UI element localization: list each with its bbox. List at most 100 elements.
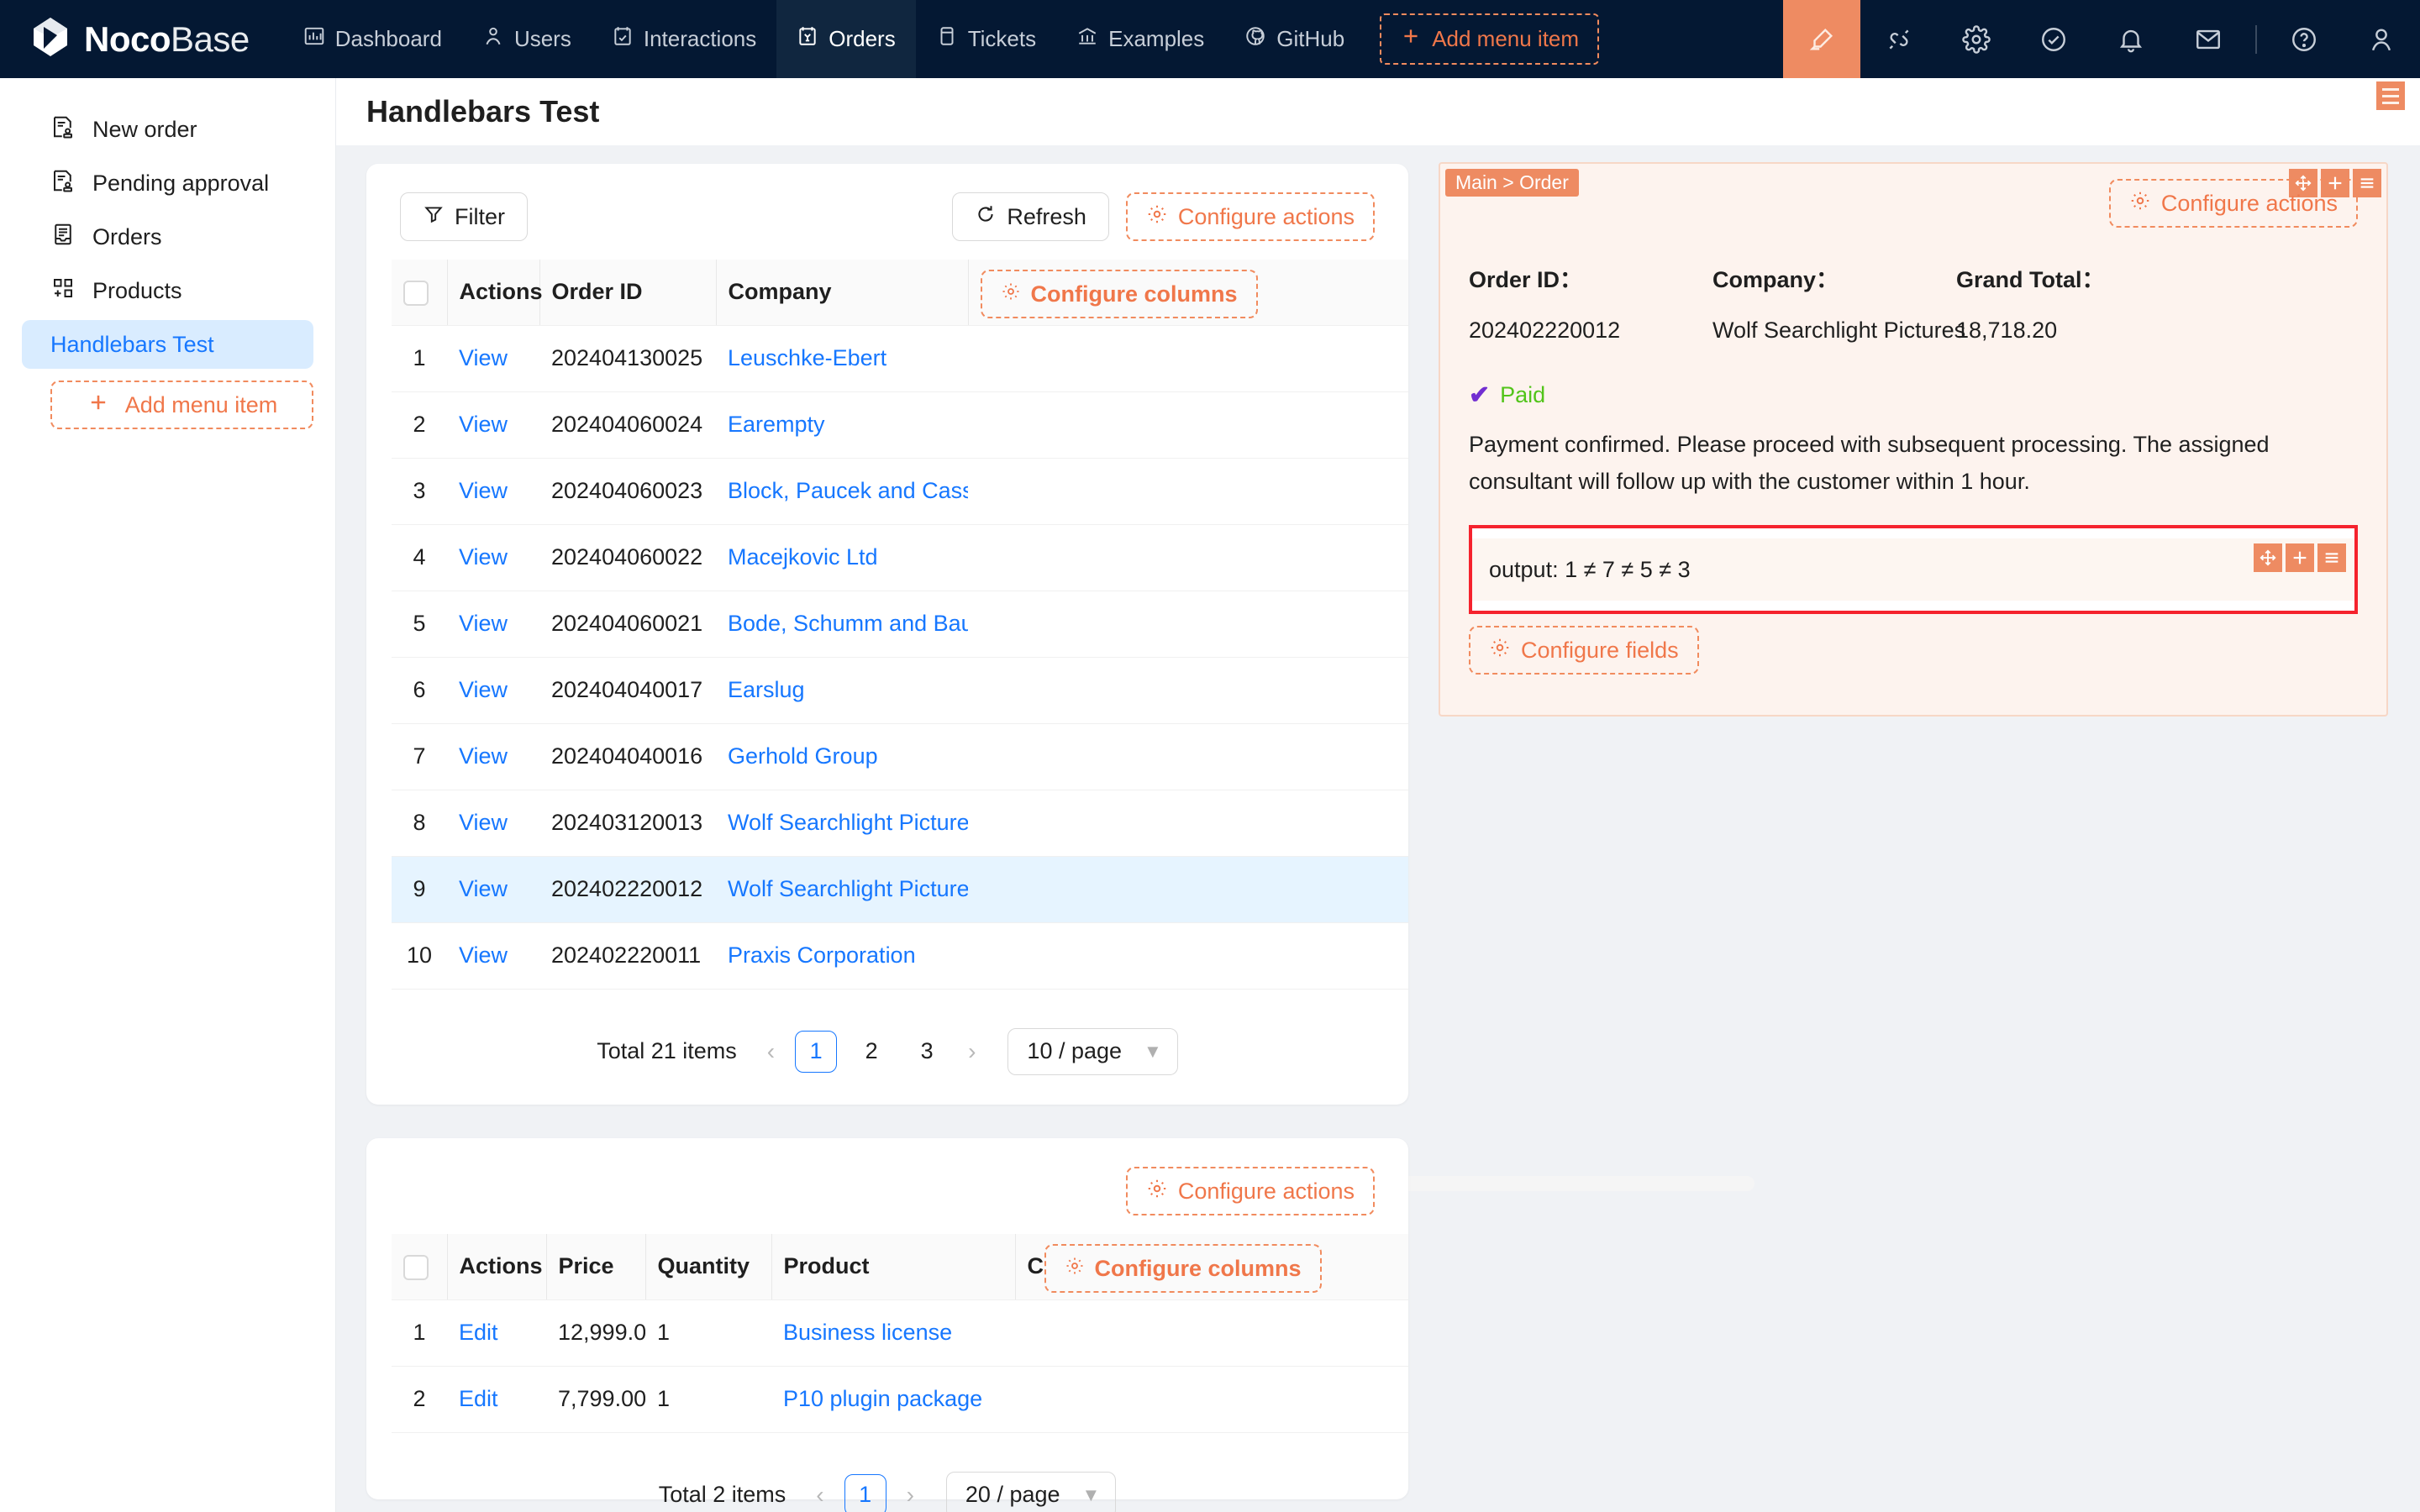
table-row[interactable]: 4View202404060022Macejkovic Ltd (392, 524, 1408, 591)
view-link[interactable]: View (459, 544, 508, 570)
product-link[interactable]: Business license (783, 1320, 952, 1345)
menu-icon[interactable] (2317, 543, 2346, 572)
gear-icon[interactable] (1938, 0, 2015, 78)
company-link[interactable]: Leuschke-Ebert (728, 345, 886, 370)
edit-link[interactable]: Edit (459, 1386, 498, 1411)
row-action: View (447, 391, 539, 458)
view-link[interactable]: View (459, 743, 508, 769)
detail-configure-actions-button[interactable]: Configure actions (2109, 179, 2358, 228)
table-row[interactable]: 5View202404060021Bode, Schumm and Bauch (392, 591, 1408, 657)
nav-item-examples[interactable]: Examples (1056, 0, 1224, 78)
company-link[interactable]: Earslug (728, 677, 805, 702)
items-table: Actions Price Quantity Product C (392, 1234, 1408, 1433)
items-page-size-select[interactable]: 20 / page ▼ (946, 1472, 1116, 1512)
sidebar-item-orders[interactable]: Orders (22, 213, 313, 261)
orders-page-2[interactable]: 2 (850, 1031, 892, 1073)
detail-configure-fields-button[interactable]: Configure fields (1469, 626, 1699, 675)
edit-link[interactable]: Edit (459, 1320, 498, 1345)
mail-icon[interactable] (2170, 0, 2247, 78)
row-index: 10 (392, 922, 447, 989)
table-row[interactable]: 9View202402220012Wolf Searchlight Pictur… (392, 856, 1408, 922)
company-link[interactable]: Gerhold Group (728, 743, 878, 769)
row-index: 5 (392, 591, 447, 657)
company-link[interactable]: Earempty (728, 412, 825, 437)
nav-item-tickets[interactable]: Tickets (916, 0, 1056, 78)
orders-configure-actions-button[interactable]: Configure actions (1126, 192, 1375, 241)
add-menu-item-button[interactable]: Add menu item (1380, 13, 1599, 65)
view-link[interactable]: View (459, 876, 508, 901)
bell-icon[interactable] (2092, 0, 2170, 78)
user-avatar-icon[interactable] (2343, 0, 2420, 78)
view-link[interactable]: View (459, 677, 508, 702)
highlighter-icon[interactable] (1783, 0, 1860, 78)
table-row[interactable]: 7View202404040016Gerhold Group (392, 723, 1408, 790)
chevron-down-icon: ▼ (1144, 1041, 1162, 1063)
company-link[interactable]: Praxis Corporation (728, 942, 916, 968)
items-prev-page[interactable]: ‹ (809, 1482, 830, 1509)
gear-icon (1146, 203, 1168, 231)
order-items-block: Configure actions Actions Price Quantity (366, 1138, 1408, 1499)
nav-item-users[interactable]: Users (462, 0, 592, 78)
items-select-all-checkbox[interactable] (403, 1255, 429, 1280)
row-company: Wolf Searchlight Pictures (716, 856, 968, 922)
company-link[interactable]: Wolf Searchlight Pictures (728, 810, 968, 835)
view-link[interactable]: View (459, 611, 508, 636)
table-row[interactable]: 6View202404040017Earslug (392, 657, 1408, 723)
plugin-icon[interactable] (1860, 0, 1938, 78)
company-link[interactable]: Bode, Schumm and Bauch (728, 611, 968, 636)
clipboard-check-icon (612, 25, 634, 53)
company-link[interactable]: Macejkovic Ltd (728, 544, 878, 570)
gear-icon (1065, 1256, 1085, 1282)
view-link[interactable]: View (459, 412, 508, 437)
row-quantity: 1 (645, 1299, 771, 1366)
orders-prev-page[interactable]: ‹ (760, 1038, 781, 1065)
nav-item-github[interactable]: GitHub (1224, 0, 1365, 78)
view-link[interactable]: View (459, 478, 508, 503)
sidebar-add-menu-item-button[interactable]: Add menu item (50, 381, 313, 429)
table-row[interactable]: 2Edit7,799.001P10 plugin package (392, 1366, 1408, 1432)
items-configure-actions-button[interactable]: Configure actions (1126, 1167, 1375, 1215)
plus-icon[interactable] (2286, 543, 2314, 572)
row-company: Earempty (716, 391, 968, 458)
items-configure-actions-label: Configure actions (1178, 1179, 1355, 1205)
refresh-button[interactable]: Refresh (952, 192, 1109, 241)
brand-logo-area[interactable]: NocoBase (0, 0, 283, 78)
orders-page-3[interactable]: 3 (906, 1031, 948, 1073)
sidebar-item-products[interactable]: Products (22, 266, 313, 315)
table-row[interactable]: 10View202402220011Praxis Corporation (392, 922, 1408, 989)
view-link[interactable]: View (459, 345, 508, 370)
sidebar-item-pending-approval[interactable]: Pending approval (22, 159, 313, 207)
table-row[interactable]: 8View202403120013Wolf Searchlight Pictur… (392, 790, 1408, 856)
page-menu-icon[interactable] (2376, 81, 2405, 110)
table-row[interactable]: 3View202404060023Block, Paucek and Cassi… (392, 458, 1408, 524)
table-row[interactable]: 1Edit12,999.001Business license (392, 1299, 1408, 1366)
orders-next-page[interactable]: › (961, 1038, 982, 1065)
filter-button[interactable]: Filter (400, 192, 528, 241)
view-link[interactable]: View (459, 810, 508, 835)
field-company-value[interactable]: Wolf Searchlight Pictures (1712, 318, 1956, 344)
ticket-icon (936, 25, 958, 53)
check-circle-icon[interactable] (2015, 0, 2092, 78)
orders-page-1[interactable]: 1 (795, 1031, 837, 1073)
product-link[interactable]: P10 plugin package (783, 1386, 982, 1411)
company-link[interactable]: Block, Paucek and Cassin (728, 478, 968, 503)
select-all-checkbox[interactable] (403, 281, 429, 306)
orders-configure-columns-button[interactable]: Configure columns (981, 270, 1258, 318)
view-link[interactable]: View (459, 942, 508, 968)
nav-item-interactions[interactable]: Interactions (592, 0, 776, 78)
question-circle-icon[interactable] (2265, 0, 2343, 78)
nav-item-orders[interactable]: Orders (776, 0, 915, 78)
sidebar-item-new-order[interactable]: New order (22, 105, 313, 154)
top-navigation: Dashboard Users Interactions (283, 0, 1599, 78)
nav-item-dashboard[interactable]: Dashboard (283, 0, 462, 78)
field-company: Company： Wolf Searchlight Pictures (1712, 261, 1956, 344)
orders-page-size-select[interactable]: 10 / page ▼ (1007, 1028, 1177, 1075)
table-row[interactable]: 2View202404060024Earempty (392, 391, 1408, 458)
sidebar-item-handlebars-test[interactable]: Handlebars Test (22, 320, 313, 369)
table-row[interactable]: 1View202404130025Leuschke-Ebert (392, 325, 1408, 391)
items-page-1[interactable]: 1 (844, 1474, 886, 1512)
company-link[interactable]: Wolf Searchlight Pictures (728, 876, 968, 901)
items-configure-columns-button[interactable]: Configure columns (1044, 1244, 1322, 1293)
items-next-page[interactable]: › (900, 1482, 921, 1509)
drag-move-icon[interactable] (2254, 543, 2282, 572)
